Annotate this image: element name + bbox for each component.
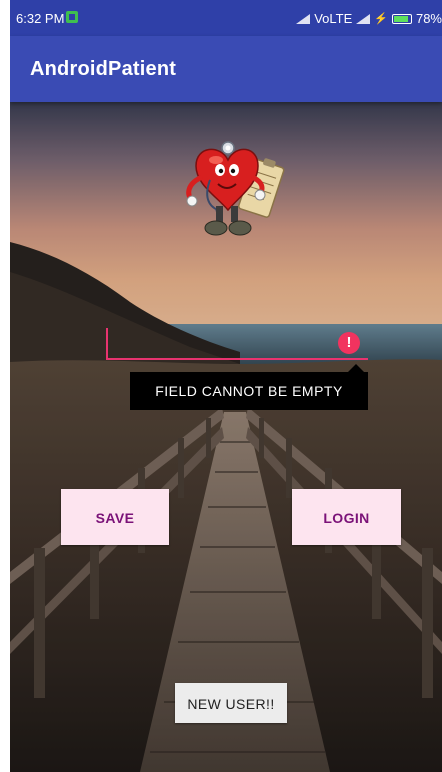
network-label: VoLTE: [314, 11, 353, 26]
signal-strength-icon-2: [356, 13, 371, 24]
save-button[interactable]: SAVE: [61, 489, 169, 545]
app-bar: AndroidPatient: [10, 36, 442, 102]
charging-bolt-icon: ⚡: [374, 13, 388, 25]
battery-icon: [391, 13, 412, 24]
new-user-button[interactable]: NEW USER!!: [175, 683, 287, 723]
phone-screen: 6:32 PM VoLTE ⚡ 78% AndroidPatient ! FIE…: [10, 0, 442, 772]
app-title: AndroidPatient: [30, 58, 177, 80]
status-time: 6:32 PM: [16, 11, 65, 26]
id-input-container: !: [106, 328, 368, 362]
battery-percent: 78%: [415, 11, 442, 26]
input-underline: [106, 358, 368, 360]
status-indicators: VoLTE ⚡ 78%: [296, 11, 442, 26]
login-button[interactable]: LOGIN: [292, 489, 401, 545]
id-input[interactable]: [110, 328, 336, 358]
status-bar: 6:32 PM VoLTE ⚡ 78%: [10, 0, 442, 36]
input-left-tick: [106, 328, 108, 360]
signal-strength-icon: [296, 13, 311, 24]
error-tooltip: FIELD CANNOT BE EMPTY: [130, 364, 368, 410]
sim-card-icon: [66, 11, 78, 23]
error-alert-icon: !: [338, 332, 360, 354]
doctor-heart-mascot-icon: [178, 140, 288, 240]
